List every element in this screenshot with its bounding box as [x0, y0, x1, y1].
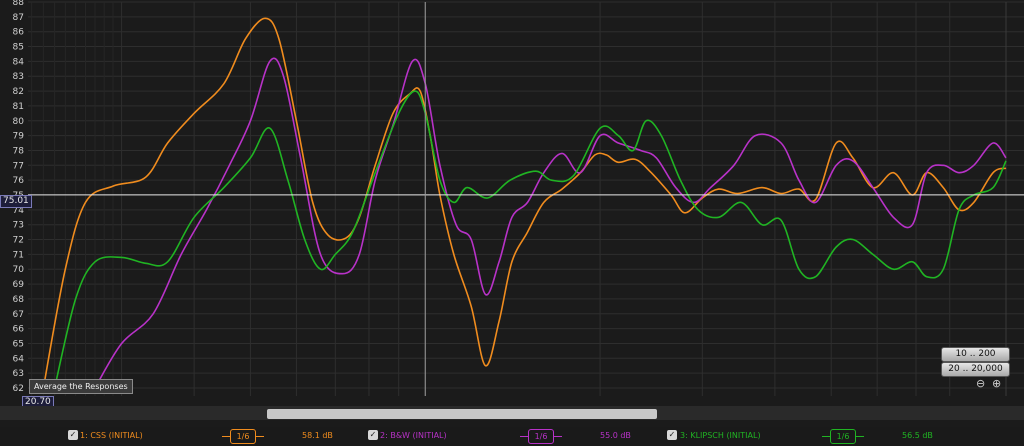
- y-tick-label: 76: [13, 176, 25, 186]
- y-tick-label: 87: [13, 13, 24, 23]
- legend-label-bw: 2: B&W (INITIAL): [380, 431, 447, 440]
- y-tick-label: 69: [13, 280, 25, 290]
- y-tick-label: 78: [13, 146, 25, 156]
- smoothing-selector-css[interactable]: 1/6: [230, 429, 256, 444]
- y-tick-label: 80: [13, 117, 25, 127]
- y-tick-label: 88: [13, 0, 25, 8]
- zoom-in-icon[interactable]: ⊕: [992, 378, 1001, 389]
- css-visibility-checkbox[interactable]: ✓: [68, 430, 78, 440]
- range-20-20000-button[interactable]: 20 .. 20,000: [941, 362, 1010, 377]
- legend-level-klipsch: 56.5 dB: [902, 431, 933, 440]
- legend-swatch-bw-right: [554, 436, 562, 437]
- y-tick-label: 86: [13, 28, 25, 38]
- y-tick-label: 77: [13, 161, 24, 171]
- legend-swatch-css-right: [256, 436, 264, 437]
- klipsch-visibility-checkbox[interactable]: ✓: [667, 430, 677, 440]
- cursor-spl-readout: 75.01: [0, 195, 32, 208]
- smoothing-selector-klipsch[interactable]: 1/6: [830, 429, 856, 444]
- y-tick-label: 71: [13, 250, 24, 260]
- zoom-out-icon[interactable]: ⊖: [976, 378, 985, 389]
- legend-swatch-bw: [520, 436, 528, 437]
- y-tick-label: 64: [13, 354, 25, 364]
- legend-bar: [0, 427, 1024, 446]
- y-tick-label: 85: [13, 43, 24, 53]
- y-tick-label: 63: [13, 369, 24, 379]
- y-tick-label: 73: [13, 221, 24, 231]
- y-tick-label: 66: [13, 325, 25, 335]
- legend-swatch-css: [222, 436, 230, 437]
- y-tick-label: 84: [13, 57, 25, 67]
- legend-label-klipsch: 3: KLIPSCH (INITIAL): [680, 431, 761, 440]
- average-responses-tooltip: Average the Responses: [29, 379, 133, 394]
- legend-level-css: 58.1 dB: [302, 431, 333, 440]
- smoothing-selector-bw[interactable]: 1/6: [528, 429, 554, 444]
- bw-visibility-checkbox[interactable]: ✓: [368, 430, 378, 440]
- scrollbar-thumb[interactable]: [267, 409, 657, 419]
- y-tick-label: 65: [13, 339, 24, 349]
- y-tick-label: 67: [13, 310, 24, 320]
- legend-swatch-klipsch-right: [856, 436, 864, 437]
- legend-level-bw: 55.0 dB: [600, 431, 631, 440]
- range-10-200-button[interactable]: 10 .. 200: [941, 347, 1010, 362]
- frequency-response-chart[interactable]: 304050607080901002003004005006007008001,…: [0, 0, 1024, 398]
- legend-swatch-klipsch: [822, 436, 830, 437]
- y-tick-label: 62: [13, 384, 24, 394]
- y-tick-label: 70: [13, 265, 25, 275]
- y-tick-label: 68: [13, 295, 25, 305]
- y-tick-label: 81: [13, 102, 24, 112]
- legend-label-css: 1: CSS (INITIAL): [80, 431, 143, 440]
- y-tick-label: 79: [13, 132, 25, 142]
- y-tick-label: 82: [13, 87, 24, 97]
- y-tick-label: 72: [13, 236, 24, 246]
- y-tick-label: 83: [13, 72, 24, 82]
